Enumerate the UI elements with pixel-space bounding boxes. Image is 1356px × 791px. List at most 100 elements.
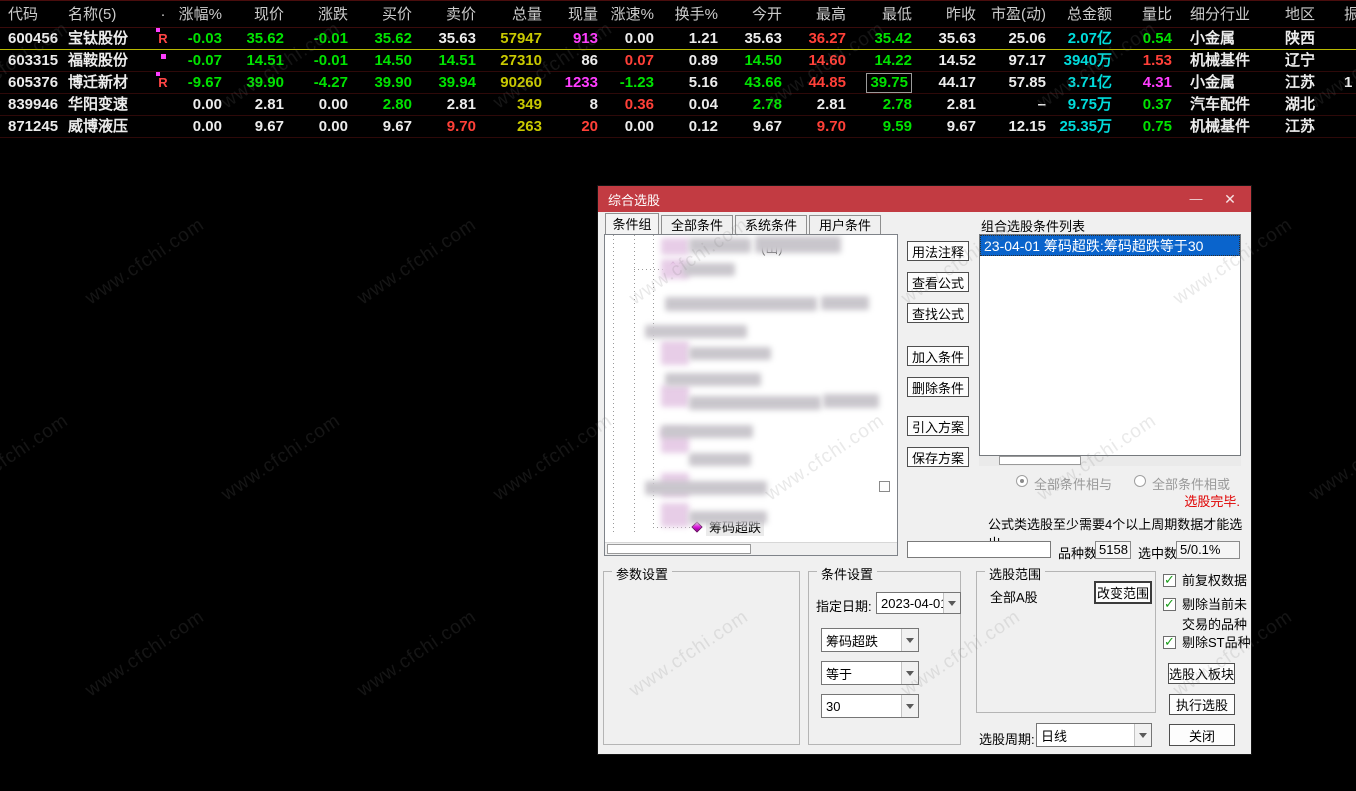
table-cell[interactable]: 0.37 — [1124, 94, 1184, 115]
table-cell[interactable]: 0.00 — [296, 116, 360, 137]
table-cell[interactable]: -0.01 — [296, 50, 360, 71]
table-header-cell[interactable]: 最低 — [858, 1, 924, 27]
table-cell[interactable]: 9.67 — [234, 116, 296, 137]
table-cell[interactable]: 2.81 — [794, 94, 858, 115]
table-header-cell[interactable]: · — [148, 1, 178, 27]
table-cell[interactable]: 9.70 — [424, 116, 488, 137]
table-cell[interactable]: R — [148, 28, 178, 49]
list-horizontal-scrollbar[interactable] — [979, 456, 1241, 466]
table-row[interactable]: 839946 华阳变速 0.00 2.81 0.00 2.80 2.81 349 8 0.36 0.… — [0, 94, 1356, 116]
table-cell[interactable]: 1.53 — [1124, 50, 1184, 71]
table-cell[interactable]: 小金属 — [1184, 28, 1278, 49]
table-cell[interactable]: 8 — [554, 94, 610, 115]
table-cell[interactable]: 35.63 — [730, 28, 794, 49]
table-cell[interactable]: 2.78 — [858, 94, 924, 115]
condition-list[interactable]: 23-04-01 筹码超跌:筹码超跌等于30 — [979, 234, 1241, 456]
table-cell[interactable]: 江苏 — [1278, 116, 1342, 137]
table-cell[interactable]: 0.00 — [296, 94, 360, 115]
table-cell[interactable]: 0.00 — [610, 116, 666, 137]
table-cell[interactable]: 349 — [488, 94, 554, 115]
table-cell[interactable]: 57947 — [488, 28, 554, 49]
table-cell[interactable]: 2.81 — [424, 94, 488, 115]
table-cell[interactable]: 27310 — [488, 50, 554, 71]
table-cell[interactable]: -1.23 — [610, 72, 666, 93]
table-row[interactable]: 600456 宝钛股份 R -0.03 35.62 -0.01 35.62 35.63 5794… — [0, 28, 1356, 50]
table-cell[interactable]: 2.07亿 — [1058, 28, 1124, 49]
table-cell[interactable]: 35.62 — [360, 28, 424, 49]
table-cell[interactable]: 20 — [554, 116, 610, 137]
tree-horizontal-scrollbar[interactable] — [605, 542, 897, 555]
dialog-titlebar[interactable]: 综合选股 — [598, 186, 1251, 212]
table-cell[interactable]: 2.78 — [730, 94, 794, 115]
table-cell[interactable]: 0.00 — [178, 116, 234, 137]
table-header-cell[interactable]: 代码 — [0, 1, 62, 27]
table-cell[interactable]: 9.67 — [924, 116, 988, 137]
table-header-cell[interactable]: 今开 — [730, 1, 794, 27]
table-cell[interactable] — [1342, 50, 1356, 71]
table-cell[interactable] — [148, 116, 178, 137]
table-cell[interactable]: 39.90 — [360, 72, 424, 93]
table-cell[interactable]: 97.17 — [988, 50, 1058, 71]
table-cell[interactable]: 0.54 — [1124, 28, 1184, 49]
radio-all-conditions-or[interactable] — [1134, 475, 1146, 487]
table-cell[interactable]: 2.81 — [924, 94, 988, 115]
table-cell[interactable]: 机械基件 — [1184, 116, 1278, 137]
table-row[interactable]: 603315 福鞍股份 -0.07 14.51 -0.01 14.50 14.51 27310… — [0, 50, 1356, 72]
checkbox-exclude-untraded[interactable] — [1163, 596, 1176, 612]
table-cell[interactable]: 9.70 — [794, 116, 858, 137]
chevron-down-icon[interactable] — [943, 593, 960, 613]
table-cell[interactable]: 14.50 — [730, 50, 794, 71]
table-cell[interactable] — [148, 94, 178, 115]
remove-condition-button[interactable]: 删除条件 — [907, 377, 969, 397]
table-cell[interactable]: 14.51 — [234, 50, 296, 71]
find-formula-button[interactable]: 查找公式 — [907, 303, 969, 323]
usage-notes-button[interactable]: 用法注释 — [907, 241, 969, 261]
table-cell[interactable]: 9.75万 — [1058, 94, 1124, 115]
radio-all-conditions-and[interactable] — [1016, 475, 1028, 487]
view-formula-button[interactable]: 查看公式 — [907, 272, 969, 292]
table-cell[interactable]: 0.00 — [178, 94, 234, 115]
table-cell[interactable] — [148, 50, 178, 71]
table-cell[interactable]: 14.60 — [794, 50, 858, 71]
execute-selection-button[interactable]: 执行选股 — [1169, 694, 1235, 715]
table-cell[interactable]: 辽宁 — [1278, 50, 1342, 71]
table-cell[interactable]: 汽车配件 — [1184, 94, 1278, 115]
table-cell[interactable]: 43.66 — [730, 72, 794, 93]
table-cell[interactable]: 陕西 — [1278, 28, 1342, 49]
checkbox-exclude-st[interactable] — [1163, 634, 1176, 650]
table-cell[interactable]: 0.00 — [610, 28, 666, 49]
table-cell[interactable] — [1342, 116, 1356, 137]
value-combobox[interactable]: 30 — [821, 694, 919, 718]
table-cell[interactable]: 1 — [1342, 72, 1356, 93]
table-cell[interactable]: 35.62 — [234, 28, 296, 49]
chevron-down-icon[interactable] — [1134, 724, 1151, 746]
table-cell[interactable]: -9.67 — [178, 72, 234, 93]
table-cell[interactable]: 1.21 — [666, 28, 730, 49]
table-header-cell[interactable]: 涨幅% — [178, 1, 234, 27]
table-cell[interactable]: 1233 — [554, 72, 610, 93]
table-cell[interactable]: 39.94 — [424, 72, 488, 93]
table-cell[interactable]: 宝钛股份 — [62, 28, 148, 49]
table-header-cell[interactable]: 细分行业 — [1184, 1, 1278, 27]
import-plan-button[interactable]: 引入方案 — [907, 416, 969, 436]
table-cell[interactable]: 4.31 — [1124, 72, 1184, 93]
table-header-cell[interactable]: 地区 — [1278, 1, 1342, 27]
table-cell[interactable]: 9.67 — [730, 116, 794, 137]
table-header-cell[interactable]: 昨收 — [924, 1, 988, 27]
table-cell[interactable]: 江苏 — [1278, 72, 1342, 93]
table-header-cell[interactable]: 换手% — [666, 1, 730, 27]
table-cell[interactable]: 14.50 — [360, 50, 424, 71]
table-cell[interactable]: 605376 — [0, 72, 62, 93]
table-row[interactable]: 605376 博迁新材 R -9.67 39.90 -4.27 39.90 39.94 9026… — [0, 72, 1356, 94]
list-scrollbar-thumb[interactable] — [999, 456, 1081, 465]
table-cell[interactable]: – — [988, 94, 1058, 115]
table-header-cell[interactable]: 涨跌 — [296, 1, 360, 27]
table-cell[interactable] — [1342, 94, 1356, 115]
table-cell[interactable]: 871245 — [0, 116, 62, 137]
table-cell[interactable]: 机械基件 — [1184, 50, 1278, 71]
table-header-cell[interactable]: 现价 — [234, 1, 296, 27]
table-cell[interactable]: 华阳变速 — [62, 94, 148, 115]
condition-tree-panel[interactable]: (山) 筹码超跌 — [604, 234, 898, 556]
table-cell[interactable]: -4.27 — [296, 72, 360, 93]
table-cell[interactable]: 14.51 — [424, 50, 488, 71]
